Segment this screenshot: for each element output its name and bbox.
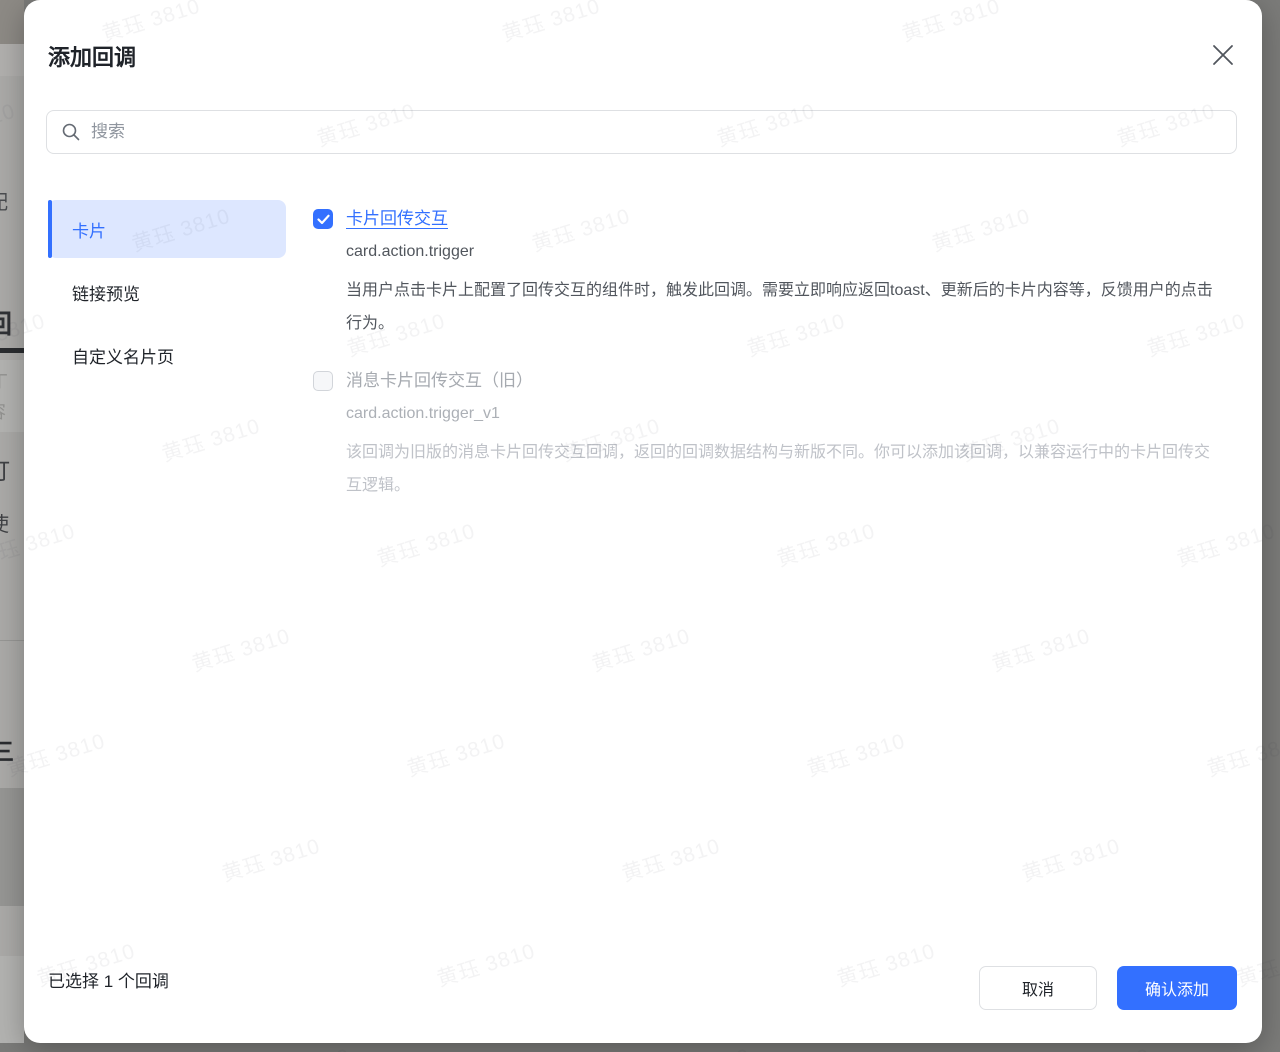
background-band <box>0 44 24 76</box>
background-page-edge: 配 回 丁 容 打 使 三 <box>0 0 24 1043</box>
search-icon <box>61 122 81 142</box>
confirm-add-button[interactable]: 确认添加 <box>1117 966 1237 1010</box>
sidebar-item-card[interactable]: 卡片 <box>48 200 286 258</box>
background-divider <box>0 640 24 641</box>
callback-option-body: 消息卡片回传交互（旧） card.action.trigger_v1 该回调为旧… <box>346 370 1224 502</box>
dialog-footer-buttons: 取消 确认添加 <box>979 966 1237 1010</box>
background-text-fragment: 打 <box>0 452 10 486</box>
close-button[interactable] <box>1210 42 1236 68</box>
background-tab-underline <box>0 348 24 353</box>
dialog-title: 添加回调 <box>48 40 136 72</box>
callback-description: 当用户点击卡片上配置了回传交互的组件时，触发此回调。需要立即响应返回toast、… <box>346 274 1224 340</box>
search-input[interactable] <box>91 122 1222 142</box>
background-text-fragment: 配 <box>0 186 8 215</box>
background-text-fragment: 使 <box>0 508 9 537</box>
callback-name-label: 消息卡片回传交互（旧） <box>346 370 533 392</box>
sidebar-item-label: 卡片 <box>72 217 106 242</box>
background-band <box>0 788 24 906</box>
callback-option-body: 卡片回传交互 card.action.trigger 当用户点击卡片上配置了回传… <box>346 208 1224 340</box>
sidebar-item-link-preview[interactable]: 链接预览 <box>48 263 286 321</box>
callback-name-link[interactable]: 卡片回传交互 <box>346 208 448 230</box>
callback-code: card.action.trigger_v1 <box>346 403 1224 424</box>
search-box[interactable] <box>46 110 1237 154</box>
background-text-fragment: 回 <box>0 304 12 341</box>
callback-code: card.action.trigger <box>346 241 1224 262</box>
background-text-fragment: 三 <box>0 732 14 767</box>
checkbox-checked[interactable] <box>313 209 333 229</box>
sidebar-item-custom-profile[interactable]: 自定义名片页 <box>48 326 286 384</box>
cancel-button[interactable]: 取消 <box>979 966 1097 1010</box>
add-callback-dialog: 添加回调 卡片 链接预览 自定义名片页 <box>24 0 1262 1043</box>
check-icon <box>317 214 330 225</box>
close-icon <box>1210 42 1236 68</box>
checkbox-unchecked <box>313 371 333 391</box>
callback-description: 该回调为旧版的消息卡片回传交互回调，返回的回调数据结构与新版不同。你可以添加该回… <box>346 436 1224 502</box>
sidebar-item-label: 自定义名片页 <box>72 343 174 368</box>
active-indicator-bar <box>48 200 52 258</box>
callback-option-card-action-trigger: 卡片回传交互 card.action.trigger 当用户点击卡片上配置了回传… <box>313 208 1242 340</box>
callback-option-list: 卡片回传交互 card.action.trigger 当用户点击卡片上配置了回传… <box>313 208 1242 502</box>
background-band <box>0 0 24 44</box>
background-band <box>0 956 24 1043</box>
category-sidebar: 卡片 链接预览 自定义名片页 <box>48 200 286 384</box>
callback-option-card-action-trigger-v1: 消息卡片回传交互（旧） card.action.trigger_v1 该回调为旧… <box>313 370 1242 502</box>
background-text-fragment: 丁 <box>0 368 8 394</box>
sidebar-item-label: 链接预览 <box>72 280 140 305</box>
background-text-fragment: 容 <box>0 398 6 424</box>
selected-count-text: 已选择 1 个回调 <box>48 970 169 994</box>
